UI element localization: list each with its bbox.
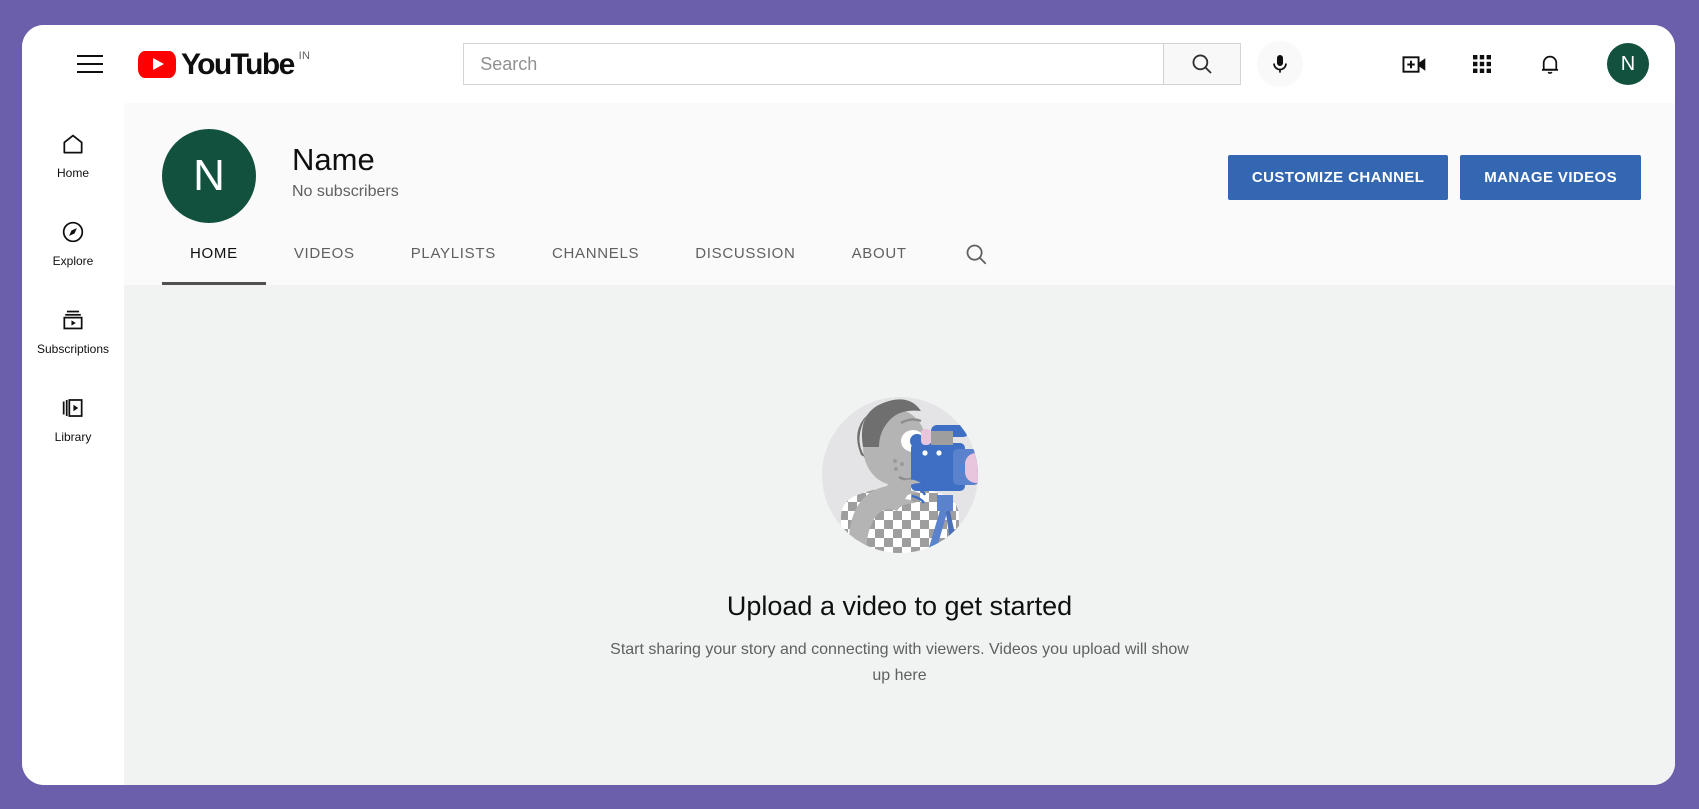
channel-empty-state: Upload a video to get started Start shar… [124, 285, 1675, 785]
hamburger-line [77, 71, 103, 73]
channel-name: Name [292, 142, 375, 177]
channel-subscriber-count: No subscribers [292, 183, 399, 200]
channel-search-button[interactable] [949, 223, 1005, 285]
voice-search-button[interactable] [1257, 41, 1304, 87]
tab-videos[interactable]: VIDEOS [266, 223, 383, 285]
home-icon [63, 134, 83, 154]
create-video-icon [1402, 55, 1425, 73]
youtube-play-icon [138, 50, 176, 78]
notifications-button[interactable] [1529, 43, 1571, 85]
sidebar: Home Explore Subscriptions Library [22, 103, 124, 785]
apps-grid-icon [1473, 55, 1491, 73]
tab-playlists[interactable]: PLAYLISTS [383, 223, 524, 285]
tab-channels[interactable]: CHANNELS [524, 223, 667, 285]
hamburger-line [77, 55, 103, 57]
sidebar-item-library[interactable]: Library [22, 375, 124, 463]
search-icon [1192, 54, 1212, 74]
masthead-actions: N [1393, 43, 1649, 85]
create-video-button[interactable] [1393, 43, 1435, 85]
tab-discussion[interactable]: DISCUSSION [667, 223, 823, 285]
body-row: Home Explore Subscriptions Library N Nam… [22, 103, 1675, 785]
tab-about[interactable]: ABOUT [824, 223, 935, 285]
bell-icon [1541, 55, 1559, 74]
channel-actions: CUSTOMIZE CHANNEL MANAGE VIDEOS [1227, 129, 1641, 200]
library-icon [62, 398, 83, 417]
person-filming-with-camcorder-illustration [821, 397, 978, 553]
channel-identity: Name No subscribers [292, 129, 399, 201]
account-avatar[interactable]: N [1607, 43, 1649, 85]
apps-button[interactable] [1461, 43, 1503, 85]
sidebar-item-label: Subscriptions [36, 341, 110, 356]
tab-home[interactable]: HOME [162, 223, 266, 285]
sidebar-item-subscriptions[interactable]: Subscriptions [22, 287, 124, 375]
youtube-wordmark: YouTube [181, 47, 295, 81]
channel-tabs: HOME VIDEOS PLAYLISTS CHANNELS DISCUSSIO… [124, 223, 1675, 285]
sidebar-item-label: Library [54, 429, 92, 444]
browser-window: YouTube IN Search N Home Explore Subscri… [22, 25, 1675, 785]
customize-channel-button[interactable]: CUSTOMIZE CHANNEL [1227, 155, 1449, 200]
search-button[interactable] [1163, 43, 1242, 85]
empty-state-title: Upload a video to get started [726, 591, 1073, 621]
hamburger-line [77, 63, 103, 65]
channel-avatar[interactable]: N [162, 129, 256, 223]
logo-country-code: IN [298, 49, 311, 62]
sidebar-item-home[interactable]: Home [22, 111, 124, 199]
sidebar-item-label: Explore [52, 253, 94, 268]
subscriptions-icon [63, 310, 83, 329]
manage-videos-button[interactable]: MANAGE VIDEOS [1460, 155, 1641, 200]
microphone-icon [1273, 55, 1288, 73]
hamburger-menu-icon[interactable] [68, 42, 112, 86]
search-icon [966, 244, 987, 264]
sidebar-item-explore[interactable]: Explore [22, 199, 124, 287]
channel-column: N Name No subscribers CUSTOMIZE CHANNEL … [124, 103, 1675, 785]
youtube-logo[interactable]: YouTube IN [138, 47, 310, 82]
compass-icon [62, 221, 84, 242]
masthead: YouTube IN Search N [22, 25, 1675, 103]
search-input[interactable] [463, 43, 1164, 85]
search-section [463, 43, 1242, 85]
empty-state-description: Start sharing your story and connecting … [610, 641, 1189, 684]
channel-header: N Name No subscribers CUSTOMIZE CHANNEL … [124, 103, 1675, 223]
sidebar-item-label: Home [56, 165, 89, 180]
